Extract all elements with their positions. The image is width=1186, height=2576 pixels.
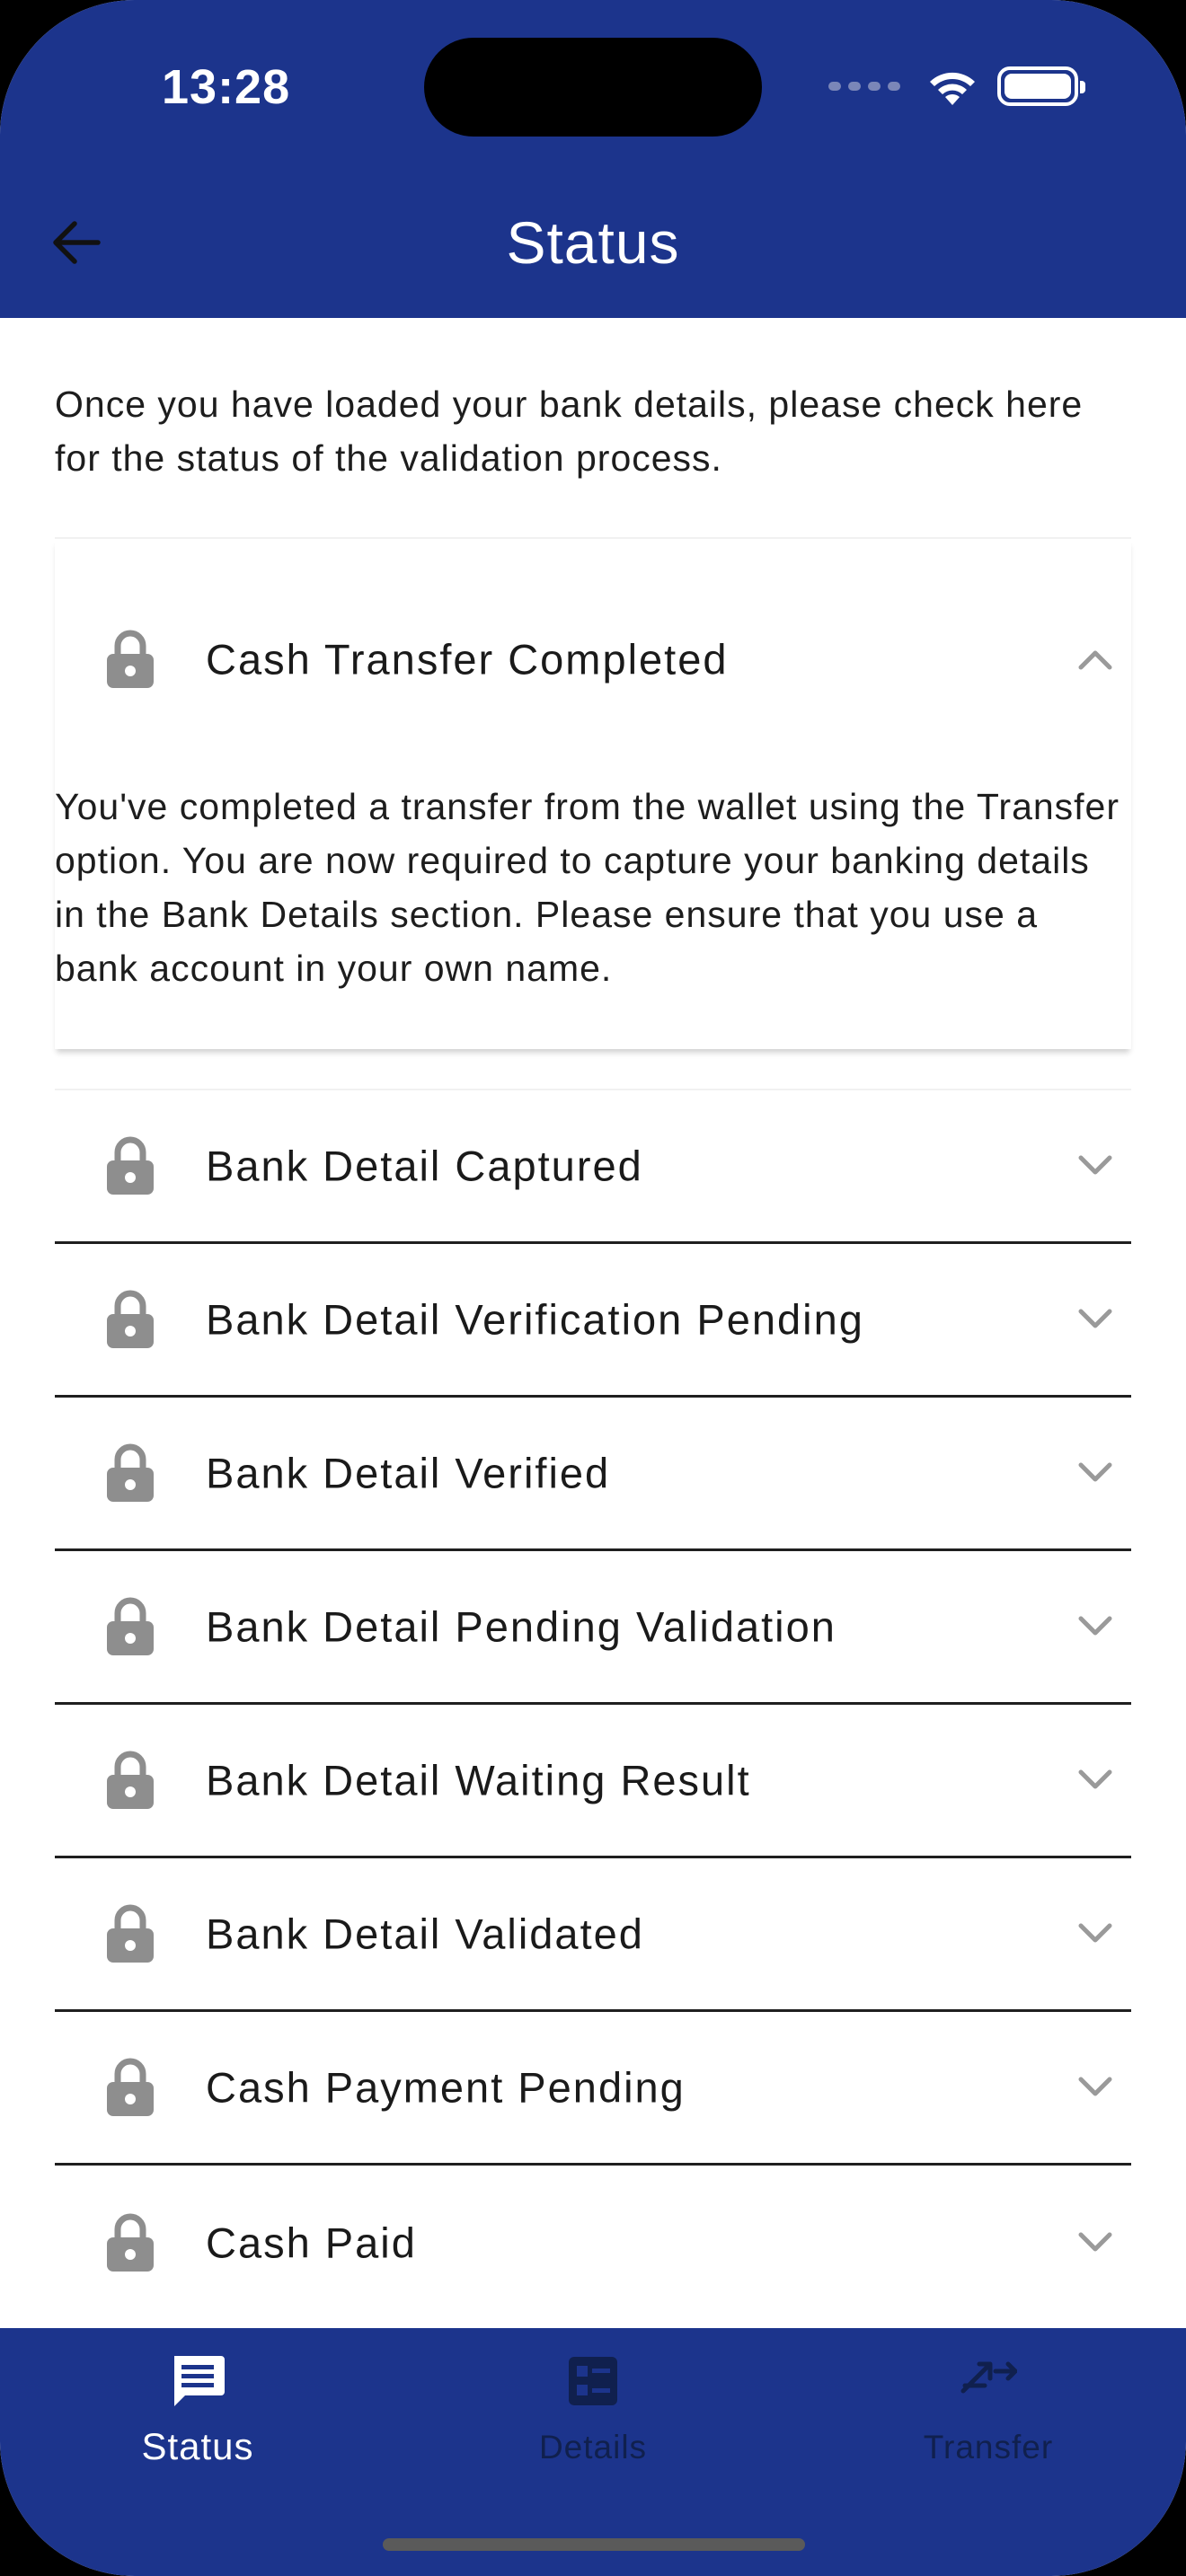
chevron-up-icon[interactable] (1077, 648, 1113, 671)
status-item[interactable]: Cash Paid (55, 2166, 1131, 2319)
status-item[interactable]: Cash Payment Pending (55, 2012, 1131, 2166)
wifi-icon (925, 66, 979, 107)
chevron-down-icon[interactable] (1077, 1615, 1113, 1638)
chevron-down-icon[interactable] (1077, 1308, 1113, 1331)
lock-icon (107, 630, 154, 688)
chevron-down-icon[interactable] (1077, 2231, 1113, 2254)
message-icon (174, 2356, 225, 2406)
nav-label-transfer: Transfer (923, 2429, 1054, 2466)
status-item-expanded: Cash Transfer Completed You've completed… (55, 539, 1131, 1049)
status-item[interactable]: Bank Detail Captured (55, 1090, 1131, 1244)
chevron-down-icon[interactable] (1077, 1461, 1113, 1485)
home-indicator[interactable] (383, 2538, 805, 2551)
status-item[interactable]: Bank Detail Validated (55, 1858, 1131, 2012)
nav-tab-details[interactable]: Details (458, 2350, 728, 2466)
header: 13:28 Status (0, 0, 1186, 318)
status-item-title: Cash Payment Pending (206, 2063, 686, 2112)
dynamic-island (424, 38, 762, 137)
chevron-down-icon[interactable] (1077, 1154, 1113, 1178)
status-item-title: Bank Detail Pending Validation (206, 1602, 836, 1651)
status-icons (828, 63, 1085, 110)
status-item-header[interactable]: Cash Transfer Completed (55, 539, 1131, 780)
status-item-title: Bank Detail Waiting Result (206, 1756, 751, 1804)
lock-icon (107, 1443, 154, 1502)
chevron-down-icon[interactable] (1077, 2076, 1113, 2099)
lock-icon (107, 1751, 154, 1809)
status-item-title: Bank Detail Validated (206, 1910, 644, 1958)
status-item[interactable]: Bank Detail Verified (55, 1398, 1131, 1551)
content: Once you have loaded your bank details, … (55, 318, 1131, 2319)
lock-icon (107, 1290, 154, 1348)
app-bar: Status (0, 171, 1186, 318)
status-item-title: Bank Detail Captured (206, 1142, 643, 1190)
cellular-signal-icon (828, 82, 900, 91)
status-item[interactable]: Bank Detail Pending Validation (55, 1551, 1131, 1705)
lock-icon (107, 2213, 154, 2272)
status-item-title: Bank Detail Verification Pending (206, 1295, 864, 1344)
nav-label-details: Details (538, 2429, 648, 2466)
status-item-description: You've completed a transfer from the wal… (55, 786, 1120, 989)
status-bar: 13:28 (0, 0, 1186, 171)
status-item-title: Cash Transfer Completed (206, 635, 729, 684)
lock-icon (107, 1136, 154, 1195)
status-item[interactable]: Bank Detail Waiting Result (55, 1705, 1131, 1858)
transfer-arrows-icon (960, 2361, 1017, 2394)
nav-tab-transfer[interactable]: Transfer (854, 2350, 1123, 2466)
nav-tab-status[interactable]: Status (63, 2350, 332, 2468)
status-time: 13:28 (162, 60, 291, 114)
page-title: Status (506, 209, 680, 276)
list-card-icon (569, 2357, 617, 2405)
status-item-title: Bank Detail Verified (206, 1449, 611, 1497)
intro-text: Once you have loaded your bank details, … (55, 384, 1084, 479)
status-item-title: Cash Paid (206, 2219, 417, 2266)
battery-icon (997, 66, 1085, 106)
lock-icon (107, 1597, 154, 1655)
screen: 13:28 Status Once you have loaded your b… (0, 0, 1186, 2576)
chevron-down-icon[interactable] (1077, 1922, 1113, 1945)
status-item[interactable]: Bank Detail Verification Pending (55, 1244, 1131, 1398)
nav-label-status: Status (141, 2425, 254, 2467)
lock-icon (107, 1904, 154, 1963)
lock-icon (107, 2058, 154, 2116)
chevron-down-icon[interactable] (1077, 1769, 1113, 1792)
divider (55, 1049, 1131, 1090)
